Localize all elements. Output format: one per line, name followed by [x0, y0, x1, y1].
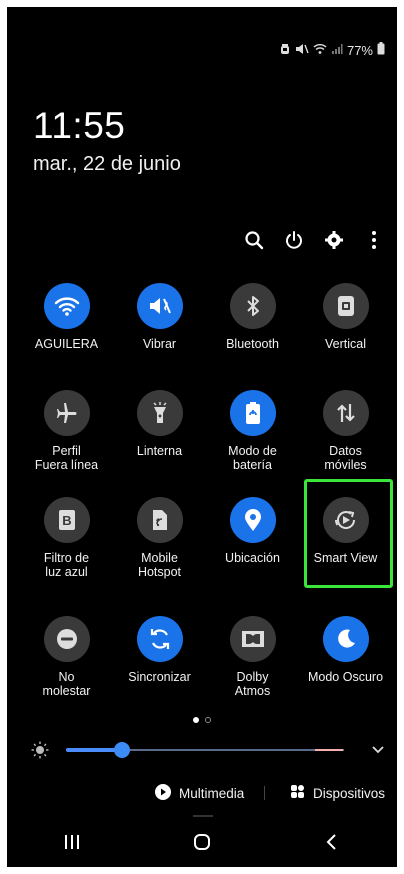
- battery-icon: [377, 42, 385, 58]
- tile-sync[interactable]: Sincronizar: [113, 616, 206, 684]
- navigation-bar: [7, 821, 397, 867]
- tile-label: Ubicación: [225, 551, 280, 565]
- portrait-lock-icon[interactable]: [322, 283, 369, 329]
- tile-label: Datos móviles: [324, 444, 367, 472]
- mute-icon: [295, 43, 309, 58]
- tile-bluetooth[interactable]: Bluetooth: [206, 283, 299, 351]
- play-icon: [155, 784, 171, 803]
- bluetooth-icon[interactable]: [229, 283, 276, 329]
- tile-mobile-data[interactable]: Datos móviles: [299, 390, 392, 472]
- power-icon[interactable]: [283, 229, 305, 251]
- brightness-icon: [31, 741, 49, 764]
- page-dot[interactable]: [205, 717, 211, 723]
- tile-vibrate[interactable]: Vibrar: [113, 283, 206, 351]
- tile-label: Modo de batería: [228, 444, 277, 472]
- signal-icon: [331, 43, 343, 58]
- vibrate-icon[interactable]: [136, 283, 183, 329]
- chevron-down-icon[interactable]: [371, 743, 385, 762]
- location-pin-icon[interactable]: [229, 497, 276, 543]
- tile-label: Sincronizar: [128, 670, 191, 684]
- tile-location[interactable]: Ubicación: [206, 497, 299, 565]
- devices-label: Dispositivos: [313, 785, 386, 801]
- airplane-icon[interactable]: [43, 390, 90, 436]
- tile-label: Bluetooth: [226, 337, 279, 351]
- devices-button[interactable]: Dispositivos: [290, 784, 385, 802]
- page-dot-active[interactable]: [193, 717, 199, 723]
- tile-dolby[interactable]: Dolby Atmos: [206, 616, 299, 698]
- tile-rotation[interactable]: Vertical: [299, 283, 392, 351]
- tile-label: Filtro de luz azul: [43, 551, 90, 579]
- back-icon[interactable]: [323, 833, 341, 856]
- tile-label: Dolby Atmos: [234, 670, 271, 698]
- clock-date: mar., 22 de junio: [33, 153, 181, 175]
- home-icon[interactable]: [193, 833, 211, 856]
- tile-label: Vertical: [325, 337, 366, 351]
- wifi-icon[interactable]: [43, 283, 90, 329]
- tile-label: Modo Oscuro: [307, 670, 384, 684]
- media-devices-bar: Multimedia Dispositivos: [7, 781, 397, 805]
- tile-dark-mode[interactable]: Modo Oscuro: [299, 616, 392, 684]
- dolby-icon[interactable]: [229, 616, 276, 662]
- tile-label: AGUILERA: [34, 337, 99, 351]
- page-indicator: [7, 717, 397, 723]
- tile-wifi[interactable]: AGUILERA: [20, 283, 113, 351]
- battery-saver-icon[interactable]: [229, 390, 276, 436]
- tile-battery-mode[interactable]: Modo de batería: [206, 390, 299, 472]
- tile-hotspot[interactable]: Mobile Hotspot: [113, 497, 206, 579]
- panel-actions: [243, 229, 385, 251]
- data-arrows-icon[interactable]: [322, 390, 369, 436]
- clock-time: 11:55: [33, 105, 126, 146]
- alarm-icon: [279, 43, 291, 58]
- hotspot-icon[interactable]: [136, 497, 183, 543]
- tile-label: Linterna: [136, 444, 183, 458]
- divider: [264, 786, 265, 800]
- brightness-track-end: [315, 749, 343, 751]
- media-label: Multimedia: [179, 786, 245, 801]
- smart-view-highlight: [304, 479, 393, 588]
- battery-percent: 77%: [346, 42, 373, 58]
- tile-label: Vibrar: [142, 337, 177, 351]
- flashlight-icon[interactable]: [136, 390, 183, 436]
- tile-airplane[interactable]: Perfil Fuera línea: [20, 390, 113, 472]
- media-button[interactable]: Multimedia: [155, 784, 244, 803]
- tile-blue-light[interactable]: B Filtro de luz azul: [20, 497, 113, 579]
- brightness-slider[interactable]: [31, 739, 384, 764]
- do-not-disturb-icon[interactable]: [43, 616, 90, 662]
- blue-light-icon[interactable]: B: [43, 497, 90, 543]
- moon-icon[interactable]: [322, 616, 369, 662]
- sync-icon[interactable]: [136, 616, 183, 662]
- status-bar: 77%: [279, 41, 385, 59]
- recents-icon[interactable]: [63, 833, 81, 856]
- more-vertical-icon[interactable]: [363, 229, 385, 251]
- tile-dnd[interactable]: No molestar: [20, 616, 113, 698]
- svg-text:B: B: [62, 513, 71, 528]
- notification-panel: 77% 11:55 mar., 22 de junio AGUILERA Vib…: [7, 7, 397, 867]
- drag-handle[interactable]: [193, 815, 213, 817]
- tile-label: No molestar: [42, 670, 91, 698]
- tile-label: Mobile Hotspot: [137, 551, 182, 579]
- devices-icon: [290, 784, 305, 802]
- wifi-icon: [313, 43, 327, 58]
- gear-icon[interactable]: [323, 229, 345, 251]
- search-icon[interactable]: [243, 229, 265, 251]
- tile-label: Perfil Fuera línea: [34, 444, 99, 472]
- brightness-thumb[interactable]: [113, 742, 130, 758]
- tile-flashlight[interactable]: Linterna: [113, 390, 206, 458]
